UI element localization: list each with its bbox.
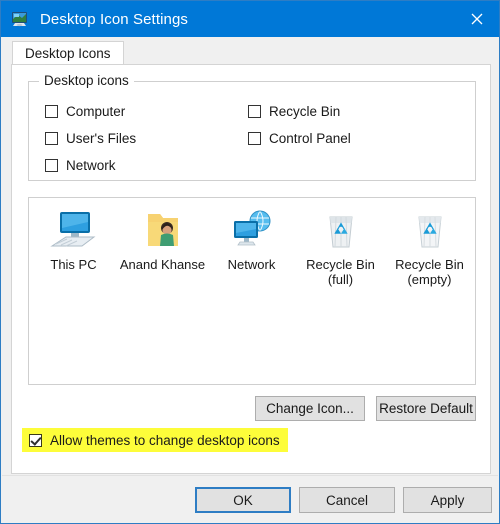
icon-item-user-folder[interactable]: Anand Khanse — [118, 208, 207, 287]
cancel-label: Cancel — [325, 492, 369, 508]
apply-label: Apply — [430, 492, 465, 508]
checkbox-label: Computer — [66, 104, 126, 119]
checkbox-box — [45, 105, 58, 118]
icon-caption: Network — [227, 257, 276, 272]
checkbox-label: Control Panel — [269, 131, 351, 146]
tab-strip: Desktop Icons — [2, 37, 498, 65]
icon-caption: Anand Khanse — [119, 257, 206, 272]
display-monitor-icon — [10, 9, 30, 29]
checkbox-label: User's Files — [66, 131, 137, 146]
dialog-footer: OK Cancel Apply — [2, 475, 498, 523]
allow-themes-checkbox[interactable]: Allow themes to change desktop icons — [22, 428, 288, 452]
title-bar: Desktop Icon Settings — [1, 1, 499, 37]
restore-default-button[interactable]: Restore Default — [376, 396, 476, 421]
ok-label: OK — [233, 492, 253, 508]
change-icon-label: Change Icon... — [266, 401, 354, 416]
icon-caption: Recycle Bin (empty) — [395, 257, 464, 287]
desktop-icons-groupbox: Desktop icons Computer User's Files Netw… — [28, 73, 476, 181]
checkbox-computer[interactable]: Computer — [45, 104, 125, 119]
recycle-bin-empty-icon — [406, 208, 454, 252]
icon-item-recycle-bin-full[interactable]: Recycle Bin (full) — [296, 208, 385, 287]
tab-label: Desktop Icons — [25, 46, 111, 61]
restore-default-label: Restore Default — [379, 401, 473, 416]
desktop-icon-settings-dialog: Desktop Icon Settings Desktop Icons Desk… — [0, 0, 500, 524]
checkbox-label: Network — [66, 158, 116, 173]
allow-themes-label: Allow themes to change desktop icons — [50, 432, 280, 448]
tab-desktop-icons[interactable]: Desktop Icons — [12, 41, 124, 65]
checkbox-users-files[interactable]: User's Files — [45, 131, 136, 146]
ok-button[interactable]: OK — [195, 487, 291, 513]
tab-page-desktop-icons: Desktop icons Computer User's Files Netw… — [11, 64, 491, 474]
network-icon — [228, 208, 276, 252]
icon-item-this-pc[interactable]: This PC — [29, 208, 118, 287]
checkbox-label: Recycle Bin — [269, 104, 341, 119]
checkbox-box — [45, 159, 58, 172]
groupbox-legend: Desktop icons — [39, 73, 134, 88]
icon-preview-list[interactable]: This PC Anand Khanse Network Recycle Bin… — [28, 197, 476, 385]
icon-caption: Recycle Bin (full) — [306, 257, 375, 287]
change-icon-button[interactable]: Change Icon... — [255, 396, 365, 421]
checkbox-control-panel[interactable]: Control Panel — [248, 131, 351, 146]
window-title: Desktop Icon Settings — [40, 10, 189, 28]
checkbox-network[interactable]: Network — [45, 158, 116, 173]
close-icon[interactable] — [454, 1, 499, 37]
apply-button[interactable]: Apply — [403, 487, 492, 513]
icon-caption: This PC — [50, 257, 97, 272]
icon-item-network[interactable]: Network — [207, 208, 296, 287]
checkbox-box — [29, 433, 42, 447]
cancel-button[interactable]: Cancel — [299, 487, 395, 513]
this-pc-icon — [49, 208, 98, 252]
checkbox-box — [248, 132, 261, 145]
user-folder-icon — [139, 208, 187, 252]
checkbox-box — [45, 132, 58, 145]
checkbox-recycle-bin[interactable]: Recycle Bin — [248, 104, 340, 119]
checkbox-box — [248, 105, 261, 118]
recycle-bin-full-icon — [317, 208, 365, 252]
icon-item-recycle-bin-empty[interactable]: Recycle Bin (empty) — [385, 208, 474, 287]
